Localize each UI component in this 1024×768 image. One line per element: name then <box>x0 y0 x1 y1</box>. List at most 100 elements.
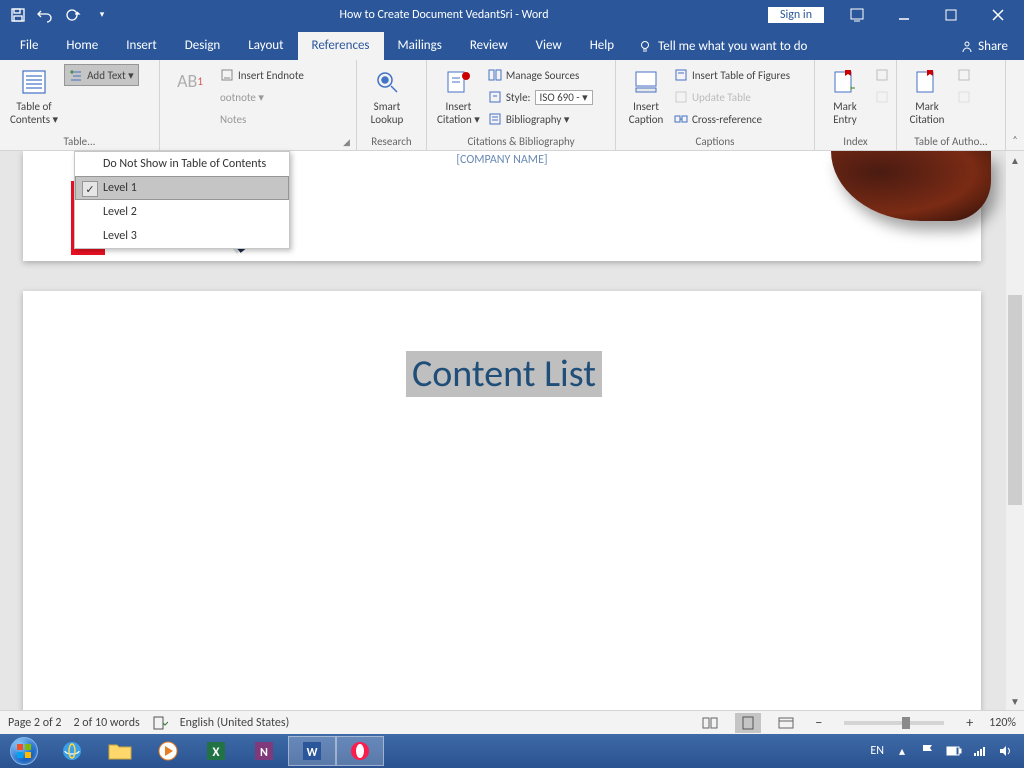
manage-sources-button[interactable]: Manage Sources <box>484 64 597 86</box>
smart-lookup-button[interactable]: Smart Lookup <box>363 64 411 128</box>
print-layout-icon[interactable] <box>735 713 761 733</box>
undo-icon[interactable] <box>34 3 58 27</box>
web-layout-icon[interactable] <box>773 713 799 733</box>
start-button[interactable] <box>0 734 48 768</box>
proofing-icon[interactable] <box>152 715 168 731</box>
status-language[interactable]: English (United States) <box>180 716 290 730</box>
group-label-research: Research <box>357 135 426 150</box>
tell-me-placeholder: Tell me what you want to do <box>658 39 807 54</box>
tab-home[interactable]: Home <box>52 32 112 60</box>
save-icon[interactable] <box>6 3 30 27</box>
minimize-button[interactable] <box>881 1 926 29</box>
tab-design[interactable]: Design <box>171 32 234 60</box>
zoom-level[interactable]: 120% <box>989 716 1016 730</box>
share-button[interactable]: Share <box>950 33 1018 60</box>
endnote-icon <box>220 68 234 82</box>
toc-icon <box>18 66 50 98</box>
manage-sources-icon <box>488 68 502 82</box>
show-notes-button[interactable]: Notes <box>216 108 308 130</box>
insert-toa-button[interactable] <box>953 64 975 86</box>
volume-icon[interactable] <box>998 743 1014 759</box>
add-text-icon <box>69 68 83 82</box>
toc-label: Table of Contents ▾ <box>10 100 58 126</box>
table-of-contents-button[interactable]: Table of Contents ▾ <box>6 64 62 128</box>
style-value[interactable]: ISO 690 - ▾ <box>535 90 593 105</box>
taskbar-explorer[interactable] <box>96 736 144 766</box>
bibliography-icon <box>488 112 502 126</box>
insert-endnote-button[interactable]: Insert Endnote <box>216 64 308 86</box>
insert-caption-button[interactable]: Insert Caption <box>622 64 670 128</box>
smart-lookup-icon <box>371 66 403 98</box>
zoom-slider[interactable] <box>844 721 944 725</box>
taskbar-opera[interactable] <box>336 736 384 766</box>
bulb-icon <box>638 40 652 54</box>
menu-item-do-not-show[interactable]: Do Not Show in Table of Contents <box>75 152 289 176</box>
insert-table-of-figures-button[interactable]: Insert Table of Figures <box>670 64 794 86</box>
cross-reference-button[interactable]: Cross-reference <box>670 108 794 130</box>
tray-up-icon[interactable]: ▴ <box>894 743 910 759</box>
menu-item-level-2[interactable]: Level 2 <box>75 200 289 224</box>
title-bar: ▾ How to Create Document VedantSri - Wor… <box>0 0 1024 29</box>
sign-in-button[interactable]: Sign in <box>768 7 824 23</box>
add-text-dropdown: Do Not Show in Table of Contents ✓ Level… <box>74 151 290 249</box>
style-dropdown[interactable]: Style: ISO 690 - ▾ <box>484 86 597 108</box>
group-footnotes: AB1 Insert Endnote ootnote ▾ Notes ◢ <box>160 60 357 150</box>
zoom-slider-knob[interactable] <box>902 717 910 729</box>
tab-references[interactable]: References <box>298 32 384 60</box>
flag-icon[interactable] <box>920 743 936 759</box>
menu-item-level-3[interactable]: Level 3 <box>75 224 289 248</box>
maximize-button[interactable] <box>928 1 973 29</box>
status-page[interactable]: Page 2 of 2 <box>8 716 62 730</box>
insert-caption-label: Insert Caption <box>629 100 664 126</box>
tell-me-search[interactable]: Tell me what you want to do <box>628 33 817 60</box>
taskbar-word[interactable]: W <box>288 736 336 766</box>
redo-icon[interactable] <box>62 3 86 27</box>
taskbar-media-player[interactable] <box>144 736 192 766</box>
tab-mailings[interactable]: Mailings <box>384 32 456 60</box>
tab-help[interactable]: Help <box>576 32 628 60</box>
taskbar-onenote[interactable]: N <box>240 736 288 766</box>
content-list-heading[interactable]: Content List <box>406 351 602 397</box>
vertical-scrollbar[interactable]: ▲ ▼ <box>1006 151 1024 710</box>
ribbon-display-icon[interactable] <box>834 1 879 29</box>
status-words[interactable]: 2 of 10 words <box>74 716 140 730</box>
update-table-button: Update Table <box>670 86 794 108</box>
tab-file[interactable]: File <box>6 32 52 60</box>
tray-language[interactable]: EN <box>870 744 884 758</box>
tab-layout[interactable]: Layout <box>234 32 297 60</box>
group-captions: Insert Caption Insert Table of Figures U… <box>616 60 815 150</box>
read-mode-icon[interactable] <box>697 713 723 733</box>
add-text-button[interactable]: Add Text ▾ <box>64 64 139 86</box>
bibliography-button[interactable]: Bibliography ▾ <box>484 108 597 130</box>
scroll-up-icon[interactable]: ▲ <box>1006 151 1024 169</box>
group-label-index: Index <box>815 135 896 150</box>
zoom-out-button[interactable]: − <box>811 714 826 731</box>
update-index-button <box>871 86 893 108</box>
insert-citation-button[interactable]: Insert Citation ▾ <box>433 64 484 128</box>
svg-text:X: X <box>212 745 220 760</box>
menu-item-level-1[interactable]: ✓ Level 1 <box>75 176 289 200</box>
insert-index-button[interactable] <box>871 64 893 86</box>
next-footnote-button[interactable]: ootnote ▾ <box>216 86 308 108</box>
taskbar-ie[interactable] <box>48 736 96 766</box>
tab-view[interactable]: View <box>522 32 576 60</box>
group-research: Smart Lookup Research <box>357 60 427 150</box>
taskbar-excel[interactable]: X <box>192 736 240 766</box>
collapse-ribbon-icon[interactable]: ˄ <box>1006 60 1024 150</box>
wifi-icon[interactable] <box>972 743 988 759</box>
footnotes-launcher-icon[interactable]: ◢ <box>343 137 353 147</box>
qat-customize-icon[interactable]: ▾ <box>90 3 114 27</box>
mark-entry-button[interactable]: Mark Entry <box>821 64 869 128</box>
battery-icon[interactable] <box>946 743 962 759</box>
insert-footnote-button[interactable]: AB1 <box>166 64 214 102</box>
zoom-in-button[interactable]: + <box>962 714 977 731</box>
page-2: Content List <box>23 291 981 710</box>
scroll-thumb[interactable] <box>1008 295 1022 505</box>
mark-citation-button[interactable]: Mark Citation <box>903 64 951 128</box>
close-button[interactable] <box>975 1 1020 29</box>
tab-insert[interactable]: Insert <box>112 32 171 60</box>
tab-review[interactable]: Review <box>456 32 522 60</box>
scroll-down-icon[interactable]: ▼ <box>1006 692 1024 710</box>
add-text-label: Add Text ▾ <box>87 69 134 82</box>
taskbar: X N W EN ▴ <box>0 734 1024 768</box>
